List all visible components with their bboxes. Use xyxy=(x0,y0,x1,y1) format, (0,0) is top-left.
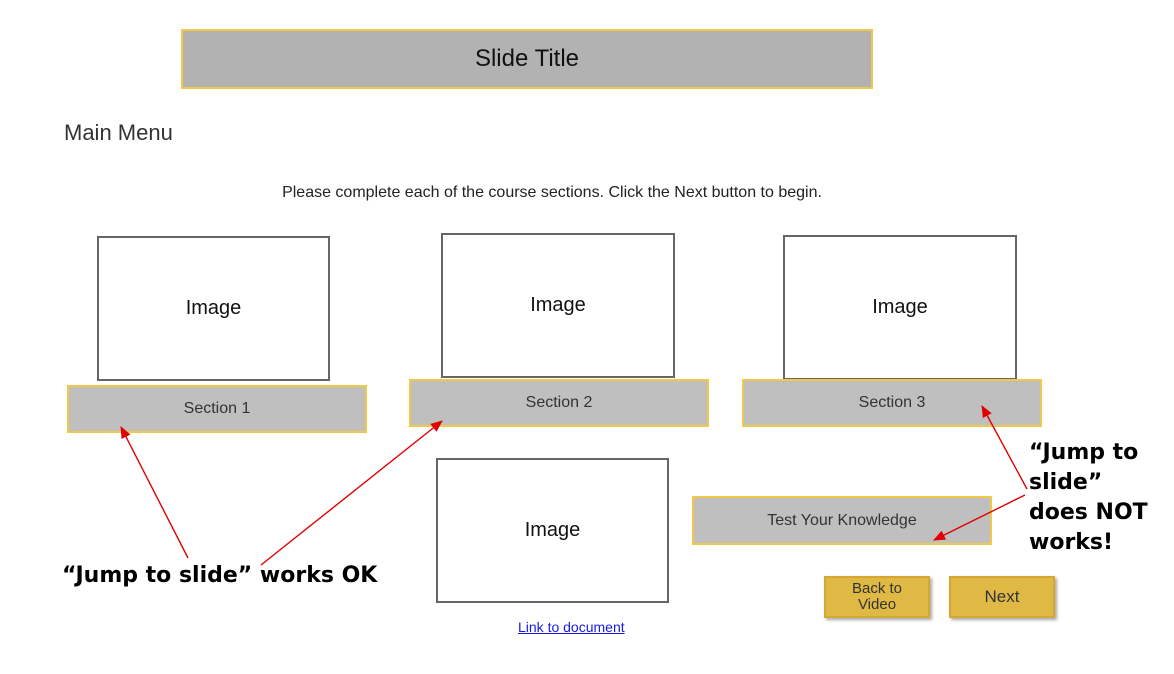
arrow-to-section-2 xyxy=(260,420,443,566)
arrow-to-section-3 xyxy=(981,405,1028,490)
arrow-to-test-button xyxy=(933,494,1026,541)
annotation-arrows xyxy=(120,405,1028,566)
arrow-to-section-1 xyxy=(120,426,189,559)
